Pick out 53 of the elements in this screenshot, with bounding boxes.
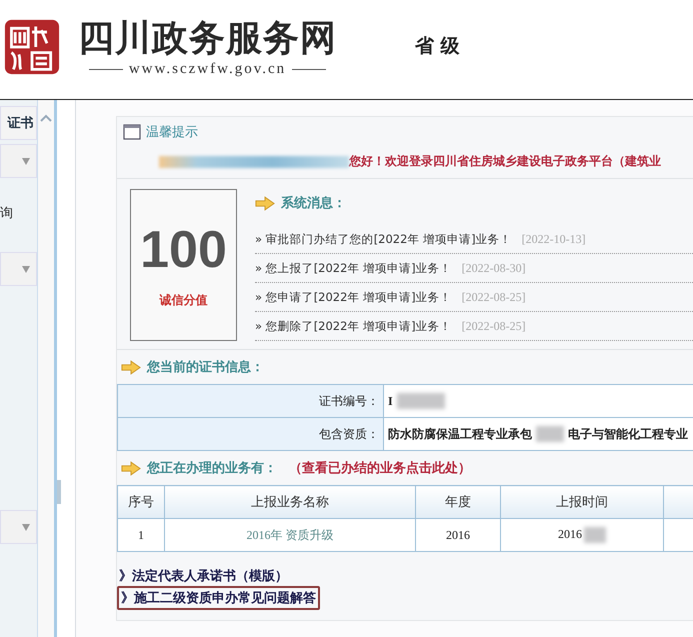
column-header: 序号 [118, 486, 164, 518]
table-cell: 1 [138, 528, 144, 542]
redaction-blur [536, 426, 564, 442]
sidebar-dropdown[interactable] [0, 252, 38, 286]
scrollbar[interactable] [37, 100, 54, 637]
document-link[interactable]: 》法定代表人承诺书（模版） [117, 566, 290, 586]
scroll-up-icon[interactable] [40, 114, 52, 122]
table-cell: 2016 [558, 526, 582, 541]
sidebar-dropdown[interactable] [0, 510, 38, 544]
redaction-blur [584, 527, 606, 544]
business-title: 您正在办理的业务有： [147, 460, 277, 477]
document-link[interactable]: 》施工二级资质申办常见问题解答 [117, 586, 320, 610]
message-item[interactable]: » 审批部门办结了您的[2022年 增项申请]业务！ [255, 232, 512, 246]
collapse-handle[interactable] [57, 480, 61, 504]
site-title: 四川政务服务网 [78, 17, 337, 61]
level-label: 省 级 [415, 34, 460, 58]
score-value: 100 [140, 222, 227, 278]
sidebar-dropdown[interactable] [0, 144, 38, 178]
table-cell[interactable]: 2016年 资质升级 [246, 528, 334, 542]
message-item[interactable]: » 您申请了[2022年 增项申请]业务！ [255, 290, 452, 304]
certificate-value: 电子与智能化工程专业 [568, 426, 688, 442]
message-date: [2022-08-25] [462, 318, 526, 334]
table-cell: 包含资质： [118, 418, 384, 450]
dropdown-arrow-icon [22, 524, 30, 530]
table-cell: 2016 [446, 528, 470, 542]
message-item[interactable]: » 您上报了[2022年 增项申请]业务！ [255, 260, 452, 276]
sidebar-header[interactable]: 证书 [0, 106, 38, 140]
arrow-icon [255, 196, 275, 210]
column-header: 年度 [416, 486, 500, 518]
notice-title: 温馨提示 [146, 124, 198, 141]
score-label: 诚信分值 [160, 292, 208, 308]
finished-business-link[interactable]: （查看已办结的业务点击此处） [289, 459, 471, 477]
column-header: 上报业务名称 [164, 486, 416, 518]
arrow-icon [121, 360, 141, 374]
certificate-value: 防水防腐保温工程专业承包 [388, 426, 532, 442]
certificate-title: 您当前的证书信息： [147, 359, 264, 376]
dropdown-arrow-icon [22, 266, 30, 272]
arrow-icon [121, 460, 141, 476]
site-url: www.sczwfw.gov.cn [128, 61, 286, 78]
welcome-message: 您好！欢迎登录四川省住房城乡建设电子政务平台（建筑业 [349, 153, 661, 170]
sidebar-item[interactable]: 询 [0, 204, 13, 222]
message-date: [2022-08-30] [462, 260, 526, 276]
redaction-blur [396, 393, 445, 409]
certificate-value: I [388, 394, 393, 408]
dropdown-arrow-icon [22, 158, 30, 164]
messages-title: 系统消息： [281, 194, 346, 212]
message-item[interactable]: » 您删除了[2022年 增项申请]业务！ [255, 318, 452, 334]
window-icon [123, 124, 141, 140]
message-date: [2022-10-13] [522, 232, 586, 246]
table-cell: 证书编号： [118, 384, 384, 418]
column-header: 上报时间 [500, 486, 664, 518]
seal-logo-icon [4, 18, 60, 74]
message-date: [2022-08-25] [462, 290, 526, 304]
